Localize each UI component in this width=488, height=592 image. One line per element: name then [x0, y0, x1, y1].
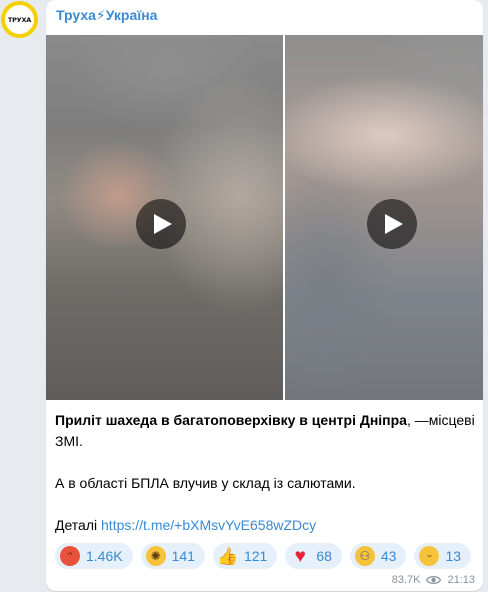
eye-icon	[426, 575, 442, 585]
channel-avatar[interactable]: ТРУХА	[1, 1, 38, 38]
reaction-raised-eyebrow[interactable]: ᵕ 13	[414, 543, 472, 569]
reaction-thumbs-up[interactable]: 👍 121	[212, 543, 278, 569]
reaction-count: 68	[316, 548, 332, 564]
play-icon	[154, 214, 172, 234]
reaction-angry[interactable]: ᵔ 1.46K	[55, 543, 133, 569]
screaming-face-icon: ⚇	[354, 546, 375, 566]
media-album	[46, 35, 483, 400]
reaction-count: 121	[243, 548, 268, 564]
exploding-head-icon: ✺	[145, 546, 166, 566]
reaction-count: 13	[445, 548, 462, 564]
play-icon	[385, 214, 403, 234]
message-bubble: Труха⚡Україна Приліт шахеда в багатопове…	[46, 0, 483, 591]
play-button[interactable]	[367, 199, 417, 249]
message-text: Приліт шахеда в багатоповерхівку в центр…	[55, 410, 475, 536]
view-count: 83.7K	[391, 574, 421, 586]
angry-face-icon: ᵔ	[60, 546, 80, 566]
reaction-count: 141	[171, 548, 195, 564]
raised-eyebrow-face-icon: ᵕ	[419, 546, 440, 566]
video-thumbnail-2[interactable]	[285, 35, 483, 400]
channel-name[interactable]: Труха⚡Україна	[56, 7, 157, 24]
reaction-heart[interactable]: ♥ 68	[285, 543, 342, 569]
details-line: Деталі https://t.me/+bXMsvYvE658wZDcy	[55, 515, 475, 536]
message-line-2: А в області БПЛА влучив у склад із салют…	[55, 475, 356, 491]
headline-bold: Приліт шахеда в багатоповерхівку в центр…	[55, 412, 407, 428]
red-heart-icon: ♥	[294, 545, 306, 567]
reaction-screaming[interactable]: ⚇ 43	[349, 543, 407, 569]
message-time: 21:13	[447, 574, 475, 586]
reactions-bar: ᵔ 1.46K ✺ 141 👍 121 ♥ 68 ⚇ 43 ᵕ 13	[55, 543, 472, 569]
play-button[interactable]	[136, 199, 186, 249]
headline: Приліт шахеда в багатоповерхівку в центр…	[55, 410, 475, 452]
details-label: Деталі	[55, 517, 102, 533]
reaction-exploding-head[interactable]: ✺ 141	[140, 543, 205, 569]
thumbs-up-icon: 👍	[217, 546, 239, 566]
message-meta: 83.7K 21:13	[392, 574, 475, 586]
reaction-count: 43	[380, 548, 397, 564]
avatar-logo-text: ТРУХА	[5, 5, 34, 34]
video-thumbnail-1[interactable]	[46, 35, 283, 400]
reaction-count: 1.46K	[86, 548, 123, 564]
details-link[interactable]: https://t.me/+bXMsvYvE658wZDcy	[101, 517, 316, 533]
